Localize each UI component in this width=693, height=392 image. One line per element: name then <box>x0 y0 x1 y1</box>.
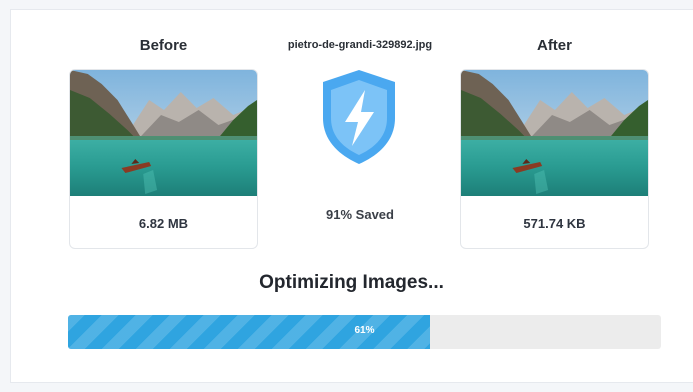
savings-text: 91% Saved <box>326 207 394 222</box>
before-image <box>70 70 257 196</box>
status-text: Optimizing Images... <box>259 272 444 293</box>
before-size: 6.82 MB <box>138 216 189 231</box>
progress-label: 61% <box>354 325 375 336</box>
before-card: 6.82 MB <box>69 69 258 249</box>
after-image <box>461 70 648 196</box>
shield-lightning-icon <box>319 68 399 166</box>
file-name: pietro-de-grandi-329892.jpg <box>287 39 433 51</box>
after-size: 571.74 KB <box>523 216 586 231</box>
after-card: 571.74 KB <box>460 69 649 249</box>
progress-bar: 61% <box>68 315 661 349</box>
after-title: After <box>536 37 572 54</box>
before-title: Before <box>139 37 188 54</box>
